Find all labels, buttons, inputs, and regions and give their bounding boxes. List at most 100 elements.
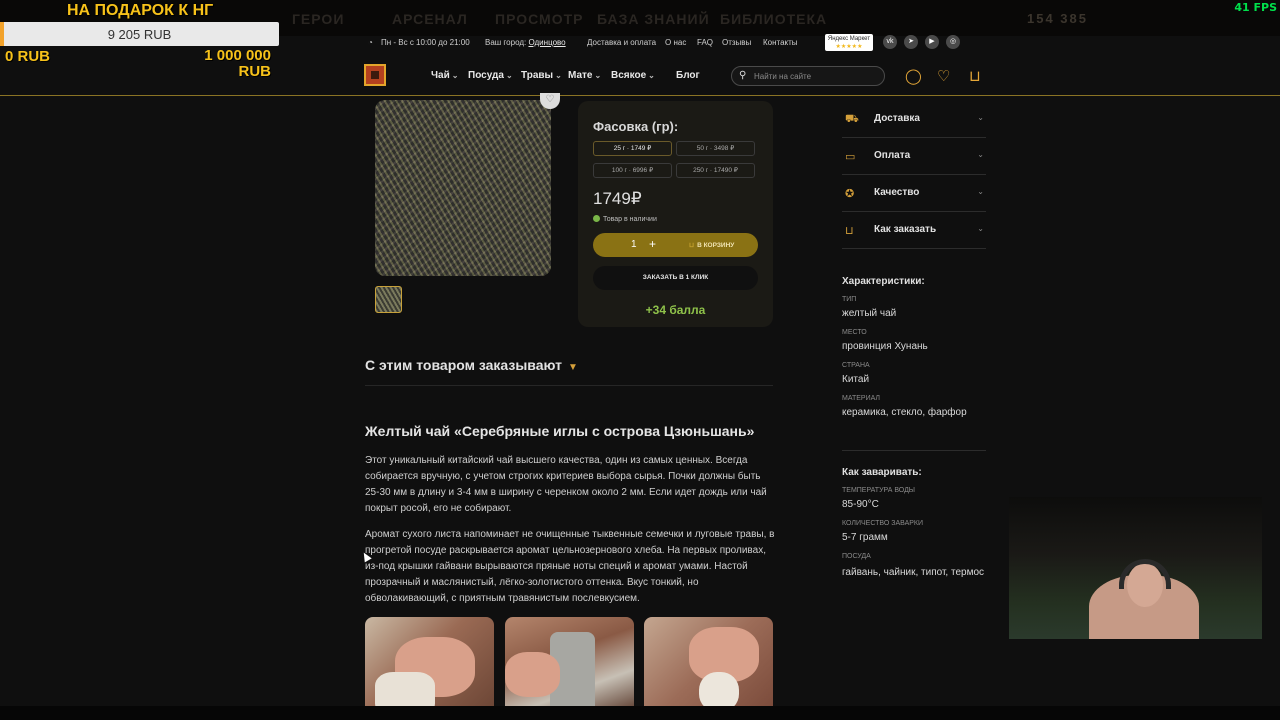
quality-badge-icon: ✪ <box>845 188 855 200</box>
clock-icon: ◔ <box>368 38 373 47</box>
game-tab-arsenal[interactable]: АРСЕНАЛ <box>392 11 468 27</box>
article-photo[interactable] <box>365 617 494 712</box>
game-tab-view[interactable]: ПРОСМОТР <box>495 11 583 27</box>
divider <box>842 450 986 451</box>
add-to-cart-button[interactable]: ⊔ В КОРЗИНУ <box>689 241 734 249</box>
city-label: Ваш город: <box>485 38 527 47</box>
pack-option-25g[interactable]: 25 г · 1749 ₽ <box>593 141 672 156</box>
nav-misc[interactable]: Всякое ⌄ <box>611 70 655 81</box>
link-about[interactable]: О нас <box>665 38 686 47</box>
nav-blog[interactable]: Блог <box>676 70 700 81</box>
buy-card: Фасовка (гр): 25 г · 1749 ₽ 50 г · 3498 … <box>578 101 773 327</box>
article-paragraph-2: Аромат сухого листа напоминает не очищен… <box>365 529 775 604</box>
link-delivery[interactable]: Доставка и оплата <box>587 38 656 47</box>
brew-value: гайвань, чайник, типот, термос <box>842 567 985 578</box>
site-logo[interactable] <box>364 64 386 86</box>
char-key: тип <box>842 296 857 303</box>
chevron-down-icon: ▼ <box>567 362 578 373</box>
bottom-strip <box>0 706 1280 720</box>
site-topbar: ◔ Пн - Вс с 10:00 до 21:00 Ваш город: Од… <box>280 34 1280 51</box>
youtube-icon[interactable]: ▶ <box>925 35 939 49</box>
bonus-points: +34 балла <box>645 303 706 317</box>
one-click-order-button[interactable]: ЗАКАЗАТЬ В 1 КЛИК <box>593 266 758 290</box>
basket-icon[interactable]: ⊔ <box>969 67 981 85</box>
product-price: 1749₽ <box>593 189 642 208</box>
pack-option-100g[interactable]: 100 г · 6996 ₽ <box>593 163 672 178</box>
game-tab-knowledge[interactable]: БАЗА ЗНАНИЙ <box>597 11 710 27</box>
cart-order-icon: ⊔ <box>845 225 854 237</box>
article-title: Желтый чай «Серебряные иглы с острова Цз… <box>365 423 755 439</box>
vk-icon[interactable]: vk <box>883 35 897 49</box>
nav-mate[interactable]: Мате ⌄ <box>568 70 601 81</box>
brew-value: 85-90°C <box>842 499 879 510</box>
accordion-delivery-label: Доставка <box>874 113 920 124</box>
related-label: С этим товаром заказывают <box>365 357 562 373</box>
working-hours: Пн - Вс с 10:00 до 21:00 <box>381 38 470 47</box>
user-icon[interactable]: ◯ <box>905 67 922 85</box>
char-key: место <box>842 329 867 336</box>
article-photo[interactable] <box>644 617 773 712</box>
chevron-down-icon: ⌄ <box>594 71 602 80</box>
accordion-delivery[interactable]: ⛟ Доставка ⌄ <box>842 101 986 138</box>
yandex-market-badge[interactable]: Яндекс Маркет ★★★★★ <box>825 34 873 51</box>
characteristics-block: Характеристики: тип желтый чай место про… <box>842 276 986 418</box>
chevron-down-icon: ⌄ <box>451 71 459 80</box>
article-photo[interactable] <box>505 617 634 712</box>
brew-key: посуда <box>842 553 871 560</box>
char-key: страна <box>842 362 870 369</box>
accordion-quality[interactable]: ✪ Качество ⌄ <box>842 175 986 212</box>
related-products-toggle[interactable]: С этим товаром заказывают ▼ <box>365 357 578 373</box>
pack-option-50g[interactable]: 50 г · 3498 ₽ <box>676 141 755 156</box>
city-selector[interactable]: Ваш город: Одинцово <box>485 38 566 47</box>
char-value: провинция Хунань <box>842 341 928 352</box>
nav-dishes-label: Посуда <box>468 70 504 81</box>
divider <box>365 385 773 386</box>
char-value: керамика, стекло, фарфор <box>842 407 967 418</box>
yandex-stars: ★★★★★ <box>835 44 863 50</box>
nav-tea-label: Чай <box>431 70 450 81</box>
chevron-down-icon: ⌄ <box>505 71 513 80</box>
yandex-market-label: Яндекс Маркет <box>827 36 871 42</box>
char-value: желтый чай <box>842 308 897 319</box>
city-value[interactable]: Одинцово <box>528 38 565 47</box>
nav-misc-label: Всякое <box>611 70 647 81</box>
quantity-value[interactable]: 1 <box>631 239 637 250</box>
accordion-payment-label: Оплата <box>874 150 911 161</box>
brew-value: 5-7 грамм <box>842 532 888 543</box>
accordion-payment[interactable]: ▭ Оплата ⌄ <box>842 138 986 175</box>
nav-herbs[interactable]: Травы ⌄ <box>521 70 562 81</box>
pack-option-250g[interactable]: 250 г · 17490 ₽ <box>676 163 755 178</box>
telegram-icon[interactable]: ➤ <box>904 35 918 49</box>
article-paragraph-1: Этот уникальный китайский чай высшего ка… <box>365 455 767 514</box>
streamer-webcam <box>1009 497 1262 639</box>
truck-icon: ⛟ <box>845 113 859 125</box>
chevron-down-icon: ⌄ <box>555 71 562 80</box>
quantity-plus-button[interactable]: + <box>649 237 656 251</box>
brewing-title: Как заваривать: <box>842 467 922 478</box>
heart-icon[interactable]: ♡ <box>937 67 950 85</box>
game-tab-library[interactable]: БИБЛИОТЕКА <box>720 11 827 27</box>
stock-text: Товар в наличии <box>603 216 657 223</box>
brew-key: количество заварки <box>842 520 924 527</box>
nav-tea[interactable]: Чай ⌄ <box>431 70 458 81</box>
accordion-how-to-order[interactable]: ⊔ Как заказать ⌄ <box>842 212 986 249</box>
search-icon: ⚲ <box>739 70 747 81</box>
link-faq[interactable]: FAQ <box>697 38 713 47</box>
add-to-cart-label: В КОРЗИНУ <box>697 242 735 249</box>
chevron-down-icon: ⌄ <box>977 113 984 122</box>
check-icon <box>593 215 600 222</box>
link-reviews[interactable]: Отзывы <box>722 38 751 47</box>
accordion-how-to-order-label: Как заказать <box>874 224 937 235</box>
search-input[interactable]: ⚲ Найти на сайте <box>731 66 885 86</box>
brewing-block: Как заваривать: температура воды 85-90°C… <box>842 467 986 581</box>
instagram-icon[interactable]: ◎ <box>946 35 960 49</box>
main-nav: Чай ⌄ Посуда ⌄ Травы ⌄ Мате ⌄ Всякое ⌄ Блог ⚲… <box>0 56 1280 96</box>
wallet-icon: ▭ <box>845 151 856 163</box>
game-tab-heroes[interactable]: ГЕРОИ <box>292 11 344 27</box>
search-placeholder: Найти на сайте <box>754 72 812 81</box>
product-thumbnail[interactable] <box>375 286 402 313</box>
link-contacts[interactable]: Контакты <box>763 38 798 47</box>
favorite-heart-icon[interactable]: ♡ <box>540 93 560 109</box>
nav-dishes[interactable]: Посуда ⌄ <box>468 70 513 81</box>
product-main-image[interactable] <box>375 100 551 276</box>
